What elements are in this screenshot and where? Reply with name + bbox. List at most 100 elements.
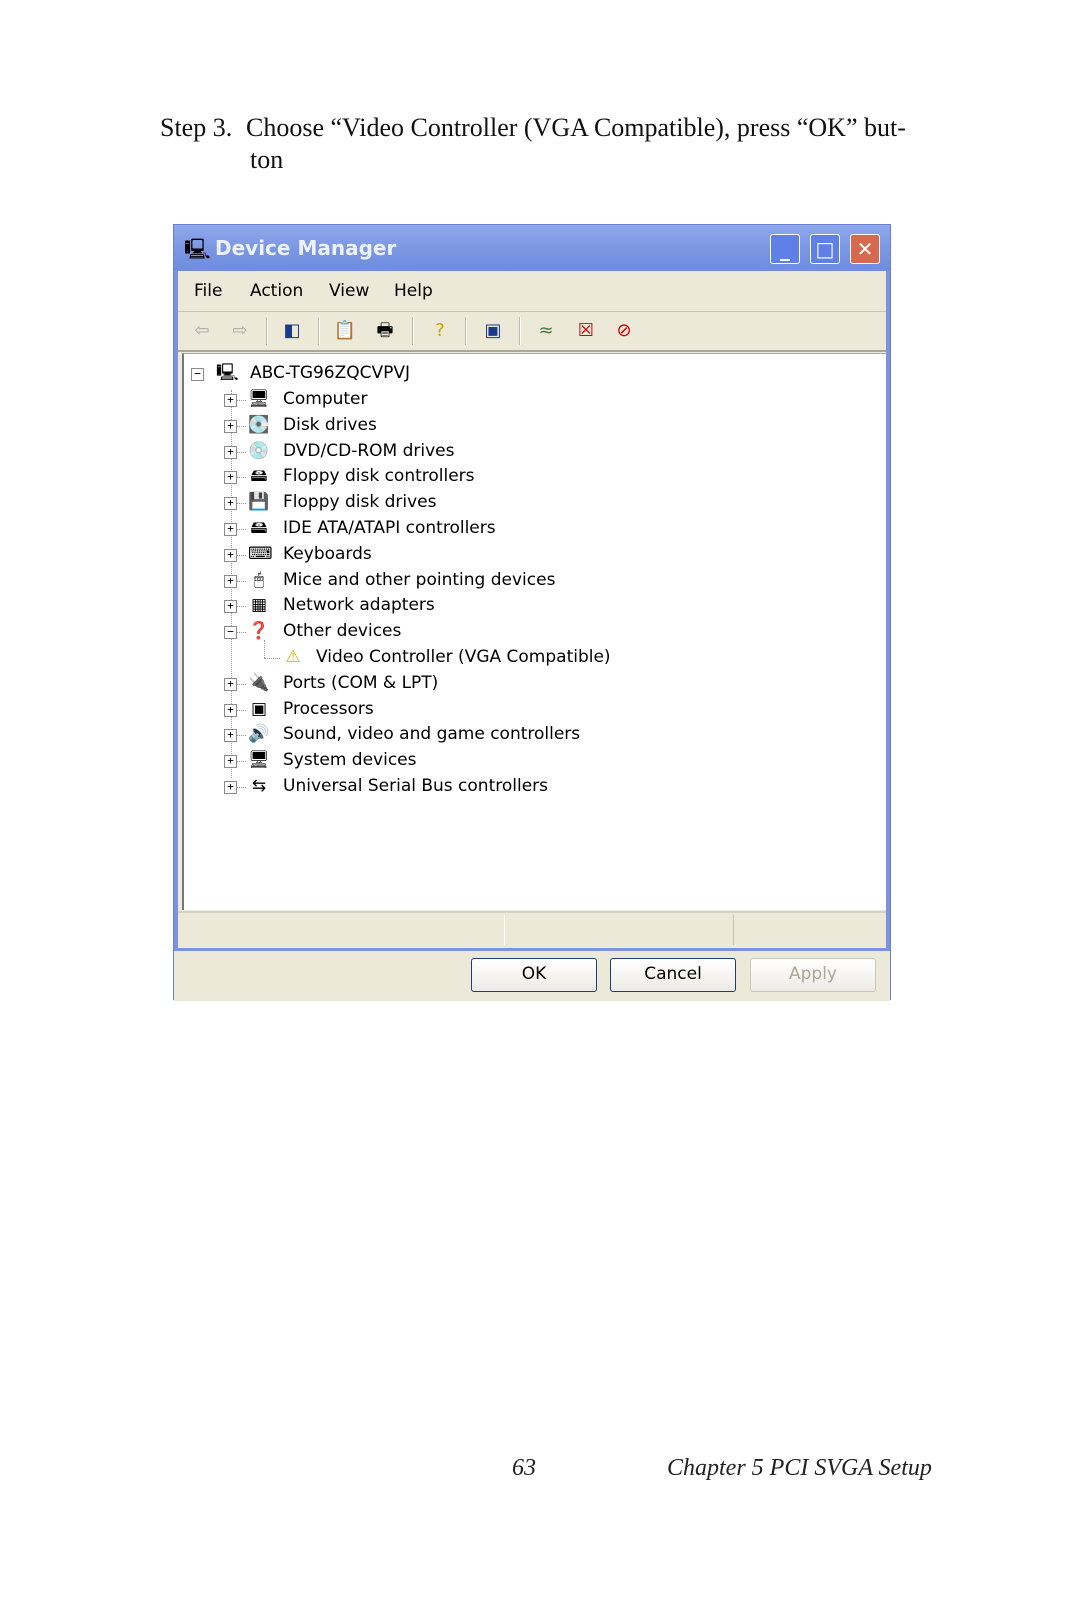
menu-file[interactable]: File <box>194 281 222 301</box>
tree-item[interactable]: ⚠ Video Controller (VGA Compatible) <box>184 640 784 670</box>
expand-icon[interactable]: + <box>224 394 237 407</box>
expand-icon[interactable]: + <box>224 755 237 769</box>
tree-item[interactable]: − ❓ Other devices <box>184 620 784 644</box>
expand-icon[interactable]: + <box>224 471 237 485</box>
tree-item-label: Floppy disk controllers <box>283 466 475 487</box>
tree-item-label: System devices <box>283 750 417 771</box>
menu-bar: File Action View Help <box>178 271 886 312</box>
scan-hardware-icon[interactable]: ▣ <box>481 320 505 342</box>
tree-item[interactable]: + 🔊 Sound, video and game controllers <box>184 723 784 747</box>
tree-item-label: Sound, video and game controllers <box>283 724 581 745</box>
ide-ata-atapi-controllers-icon: 🖴 <box>250 518 268 538</box>
tree-item-label: DVD/CD-ROM drives <box>283 440 455 461</box>
computer-icon: 🖳 <box>184 237 211 261</box>
ok-button[interactable]: OK <box>471 958 597 992</box>
tree-item[interactable]: + ▣ Processors <box>184 698 784 722</box>
tree-item[interactable]: + 🖴 IDE ATA/ATAPI controllers <box>184 517 784 541</box>
tree-item-label: IDE ATA/ATAPI controllers <box>283 518 496 538</box>
tree-item[interactable]: + 🖴 Floppy disk controllers <box>184 465 784 489</box>
universal-serial-bus-controllers-icon: ⇆ <box>251 776 267 796</box>
update-driver-icon[interactable]: ≈ <box>534 320 558 342</box>
menu-view[interactable]: View <box>329 281 369 301</box>
dialog-buttons: OK Cancel Apply <box>174 948 890 1001</box>
tree-item-label: Computer <box>283 389 368 409</box>
tree-item[interactable]: + ⇆ Universal Serial Bus controllers <box>184 775 784 799</box>
tree-item[interactable]: + 🖱 Mice and other pointing devices <box>184 569 784 593</box>
tree-item-label: Ports (COM & LPT) <box>283 672 439 693</box>
processors-icon: ▣ <box>250 698 268 719</box>
tree-item-label: Keyboards <box>283 543 372 564</box>
tree-item-label: Video Controller (VGA Compatible) <box>316 647 611 667</box>
show-hide-tree-icon[interactable]: ◧ <box>280 320 304 342</box>
minimize-button[interactable]: _ <box>770 234 800 264</box>
expand-icon[interactable]: + <box>224 574 237 588</box>
help-icon[interactable]: ? <box>428 320 452 342</box>
expand-icon[interactable]: + <box>224 677 237 691</box>
expand-icon[interactable]: + <box>224 497 237 511</box>
tree-item[interactable]: + 💽 Disk drives <box>184 414 784 438</box>
other-devices-icon: ❓ <box>248 621 270 642</box>
step-number: Step 3. <box>160 113 233 142</box>
expand-icon[interactable]: + <box>224 445 237 459</box>
close-button[interactable]: ✕ <box>850 234 880 264</box>
keyboards-icon: ⌨ <box>248 543 273 564</box>
expand-icon[interactable]: + <box>224 600 237 614</box>
tree-item[interactable]: + ▦ Network adapters <box>184 594 784 618</box>
expand-icon[interactable]: + <box>224 523 237 536</box>
ports-com-lpt-icon: 🔌 <box>248 672 270 693</box>
toolbar: ⇦ ⇨ ◧ 📋 🖶 ? ▣ ≈ ☒ ⊘ <box>178 312 886 352</box>
tree-item[interactable]: + ⌨ Keyboards <box>184 543 784 567</box>
maximize-button[interactable]: □ <box>810 234 840 264</box>
cancel-button[interactable]: Cancel <box>610 958 736 992</box>
system-devices-icon: 🖥 <box>248 750 270 771</box>
expand-icon[interactable]: + <box>224 781 237 794</box>
page-number: 63 <box>512 1455 536 1481</box>
computer-icon: 🖥 <box>248 389 270 409</box>
tree-item-label: Other devices <box>283 621 402 642</box>
tree-item[interactable]: + 🔌 Ports (COM & LPT) <box>184 672 784 696</box>
dvd-cd-rom-drives-icon: 💿 <box>248 440 270 461</box>
tree-item[interactable]: + 🖥 System devices <box>184 749 784 773</box>
title-bar[interactable]: 🖳 Device Manager _ □ ✕ <box>174 225 890 271</box>
tree-item-label: Network adapters <box>283 595 435 616</box>
network-adapters-icon: ▦ <box>250 595 268 616</box>
instruction-text: Step 3. Choose “Video Controller (VGA Com… <box>160 112 940 176</box>
back-icon[interactable]: ⇦ <box>190 320 214 342</box>
tree-item-label: Floppy disk drives <box>283 492 437 513</box>
expand-icon[interactable]: + <box>224 729 237 743</box>
floppy-disk-controllers-icon: 🖴 <box>250 466 268 487</box>
device-manager-window: 🖳 Device Manager _ □ ✕ File Action View … <box>173 224 891 1001</box>
warning-icon: ⚠ <box>285 647 301 667</box>
step-text: Choose “Video Controller (VGA Compatible… <box>246 113 906 142</box>
tree-item-label: Mice and other pointing devices <box>283 569 556 590</box>
root-label: ABC-TG96ZQCVPVJ <box>250 363 411 383</box>
chapter-title: Chapter 5 PCI SVGA Setup <box>667 1455 932 1481</box>
mice-and-other-pointing-devices-icon: 🖱 <box>253 569 265 590</box>
tree-item[interactable]: + 🖥 Computer <box>184 388 784 412</box>
properties-icon[interactable]: 📋 <box>333 320 357 342</box>
computer-icon: 🖳 <box>216 363 239 383</box>
forward-icon[interactable]: ⇨ <box>228 320 252 342</box>
uninstall-icon[interactable]: ☒ <box>574 320 598 342</box>
tree-item-label: Universal Serial Bus controllers <box>283 776 549 796</box>
device-tree: − 🖳 ABC-TG96ZQCVPVJ + 🖥 Computer + 💽 Disk dri… <box>182 353 886 910</box>
print-icon[interactable]: 🖶 <box>373 320 397 342</box>
menu-help[interactable]: Help <box>394 281 433 301</box>
tree-item[interactable]: + 💿 DVD/CD-ROM drives <box>184 440 784 464</box>
expand-icon[interactable]: + <box>224 419 237 433</box>
step-text-continuation: ton <box>250 145 284 174</box>
menu-action[interactable]: Action <box>250 281 303 301</box>
apply-button[interactable]: Apply <box>750 958 876 992</box>
tree-item[interactable]: + 💾 Floppy disk drives <box>184 491 784 515</box>
disable-icon[interactable]: ⊘ <box>612 320 636 342</box>
collapse-icon[interactable]: − <box>224 626 237 640</box>
expand-icon[interactable]: + <box>224 548 237 562</box>
sound-video-and-game-controllers-icon: 🔊 <box>248 724 270 745</box>
window-title: Device Manager <box>215 236 397 260</box>
tree-item-label: Disk drives <box>283 414 377 435</box>
expand-icon[interactable]: + <box>224 703 237 717</box>
disk-drives-icon: 💽 <box>248 414 270 435</box>
tree-root[interactable]: − 🖳 ABC-TG96ZQCVPVJ <box>184 362 784 386</box>
status-bar <box>178 911 886 947</box>
collapse-icon[interactable]: − <box>191 368 204 381</box>
